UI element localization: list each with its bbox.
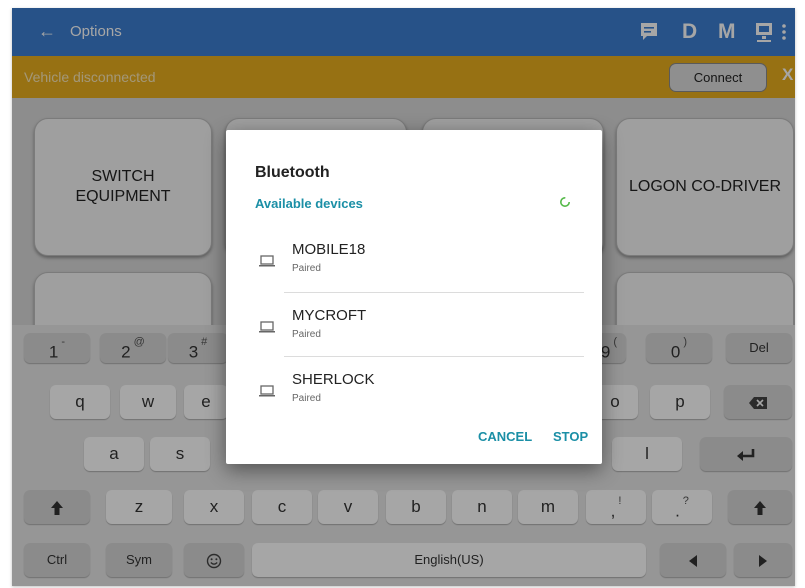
device-name: SHERLOCK — [292, 371, 375, 388]
device-item-mycroft[interactable]: MYCROFT Paired — [255, 302, 585, 362]
device-status: Paired — [292, 393, 321, 404]
laptop-icon — [259, 255, 275, 267]
laptop-icon — [259, 321, 275, 333]
stop-button[interactable]: STOP — [553, 429, 588, 444]
device-name: MOBILE18 — [292, 241, 366, 258]
dialog-title: Bluetooth — [255, 164, 330, 181]
app-screen: ← Options D M Vehicle disconnected Conne… — [12, 8, 795, 586]
device-status: Paired — [292, 263, 321, 274]
device-status: Paired — [292, 329, 321, 340]
laptop-icon — [259, 385, 275, 397]
device-item-mobile18[interactable]: MOBILE18 Paired — [255, 236, 585, 296]
divider — [284, 356, 584, 357]
divider — [284, 292, 584, 293]
available-devices-label: Available devices — [255, 196, 363, 211]
device-item-sherlock[interactable]: SHERLOCK Paired — [255, 366, 585, 426]
bluetooth-dialog: Bluetooth Available devices MOBILE18 Pai… — [226, 130, 602, 464]
device-name: MYCROFT — [292, 307, 367, 324]
loading-spinner-icon — [560, 197, 570, 207]
cancel-button[interactable]: CANCEL — [478, 429, 532, 444]
